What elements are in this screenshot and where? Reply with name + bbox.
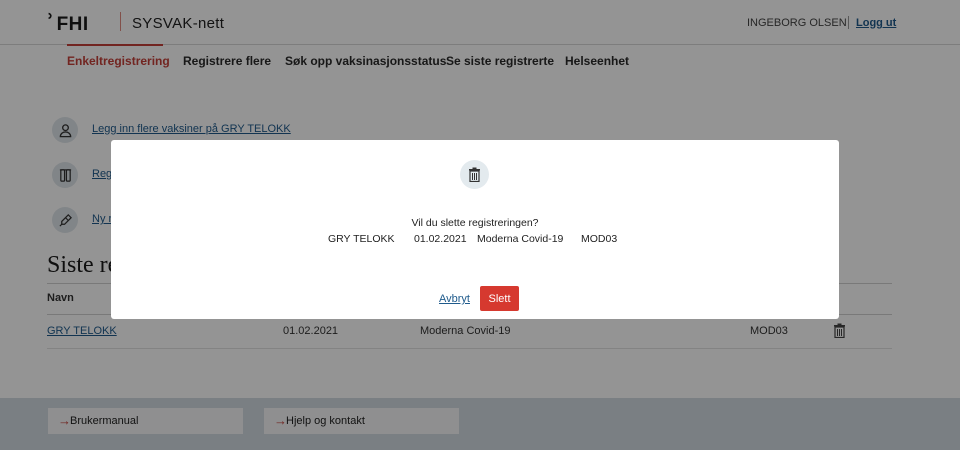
trash-icon <box>460 160 489 189</box>
page: ʾ FHI SYSVAK-nett INGEBORG OLSEN Logg ut … <box>0 0 960 450</box>
cancel-link[interactable]: Avbryt <box>439 293 470 305</box>
dialog-date: 01.02.2021 <box>414 233 467 245</box>
delete-button[interactable]: Slett <box>480 286 519 311</box>
delete-confirmation-dialog: Vil du slette registreringen? GRY TELOKK… <box>111 140 839 319</box>
dialog-code: MOD03 <box>581 233 618 245</box>
dialog-patient-name: GRY TELOKK <box>328 233 395 245</box>
dialog-vaccine: Moderna Covid-19 <box>477 233 564 245</box>
dialog-question: Vil du slette registreringen? <box>411 217 539 229</box>
